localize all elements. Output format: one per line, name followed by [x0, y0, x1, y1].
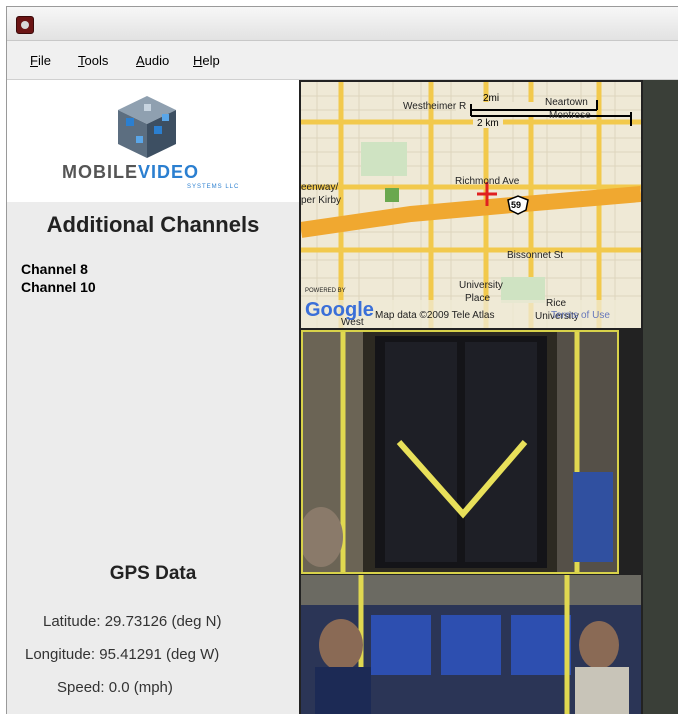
cube-logo-icon	[118, 96, 176, 158]
map-scale-km: 2 km	[477, 118, 499, 129]
gps-heading: GPS Data	[109, 563, 197, 584]
map-street-label: Montrose	[549, 110, 591, 121]
left-panel: MOBILEVIDEO SYSTEMS LLC Additional Chann…	[7, 80, 299, 714]
channel-item[interactable]: Channel 8	[21, 260, 96, 278]
powered-by-label: POWERED BY	[305, 288, 346, 294]
gps-map[interactable]: Westheimer R Neartown Montrose 2mi 2 km …	[301, 82, 641, 328]
map-street-label: Richmond Ave	[455, 176, 520, 187]
app-window: File Tools Audio Help MOBILEVIDEO SYSTEM…	[6, 6, 678, 714]
map-street-label: Rice	[546, 298, 566, 309]
highway-shield-label: 59	[511, 200, 521, 210]
camera-feed-seats[interactable]	[301, 575, 641, 714]
map-street-label: per Kirby	[301, 195, 341, 206]
menu-bar: File Tools Audio Help	[7, 41, 678, 80]
map-terms-link[interactable]: Terms of Use	[551, 310, 610, 321]
map-street-label: Place	[465, 293, 490, 304]
camera-image	[301, 575, 641, 714]
camera-image	[303, 332, 617, 572]
video-grid: Westheimer R Neartown Montrose 2mi 2 km …	[299, 80, 678, 714]
camera-feed-side[interactable]	[643, 80, 678, 714]
map-street-label: eenway/	[301, 182, 338, 193]
map-street-label: Neartown	[545, 97, 588, 108]
menu-file[interactable]: File	[30, 53, 51, 68]
gps-latitude: Latitude: 29.73126 (deg N)	[43, 613, 222, 630]
map-street-label: Westheimer R	[403, 101, 466, 112]
map-copyright: Map data ©2009 Tele Atlas	[375, 310, 495, 321]
map-street-label: Bissonnet St	[507, 250, 563, 261]
menu-help[interactable]: Help	[193, 53, 220, 68]
map-street-label: University	[459, 280, 503, 291]
title-bar[interactable]	[7, 7, 678, 41]
logo-wordmark: MOBILEVIDEO	[62, 162, 200, 182]
channel-item[interactable]: Channel 10	[21, 278, 96, 296]
channels-heading: Additional Channels	[46, 212, 260, 237]
menu-audio[interactable]: Audio	[136, 53, 169, 68]
map-scale-mi: 2mi	[483, 93, 499, 104]
gps-speed: Speed: 0.0 (mph)	[57, 679, 173, 696]
map-canvas: Westheimer R Neartown Montrose 2mi 2 km …	[301, 82, 641, 328]
channel-list: Channel 8 Channel 10	[21, 260, 96, 296]
logo: MOBILEVIDEO SYSTEMS LLC	[7, 80, 299, 202]
camera-feed-door[interactable]	[301, 330, 619, 574]
google-logo: Google	[305, 299, 374, 321]
logo-tagline: SYSTEMS LLC	[187, 184, 240, 190]
app-icon[interactable]	[16, 16, 34, 34]
menu-tools[interactable]: Tools	[78, 53, 108, 68]
gps-longitude: Longitude: 95.41291 (deg W)	[25, 646, 220, 663]
